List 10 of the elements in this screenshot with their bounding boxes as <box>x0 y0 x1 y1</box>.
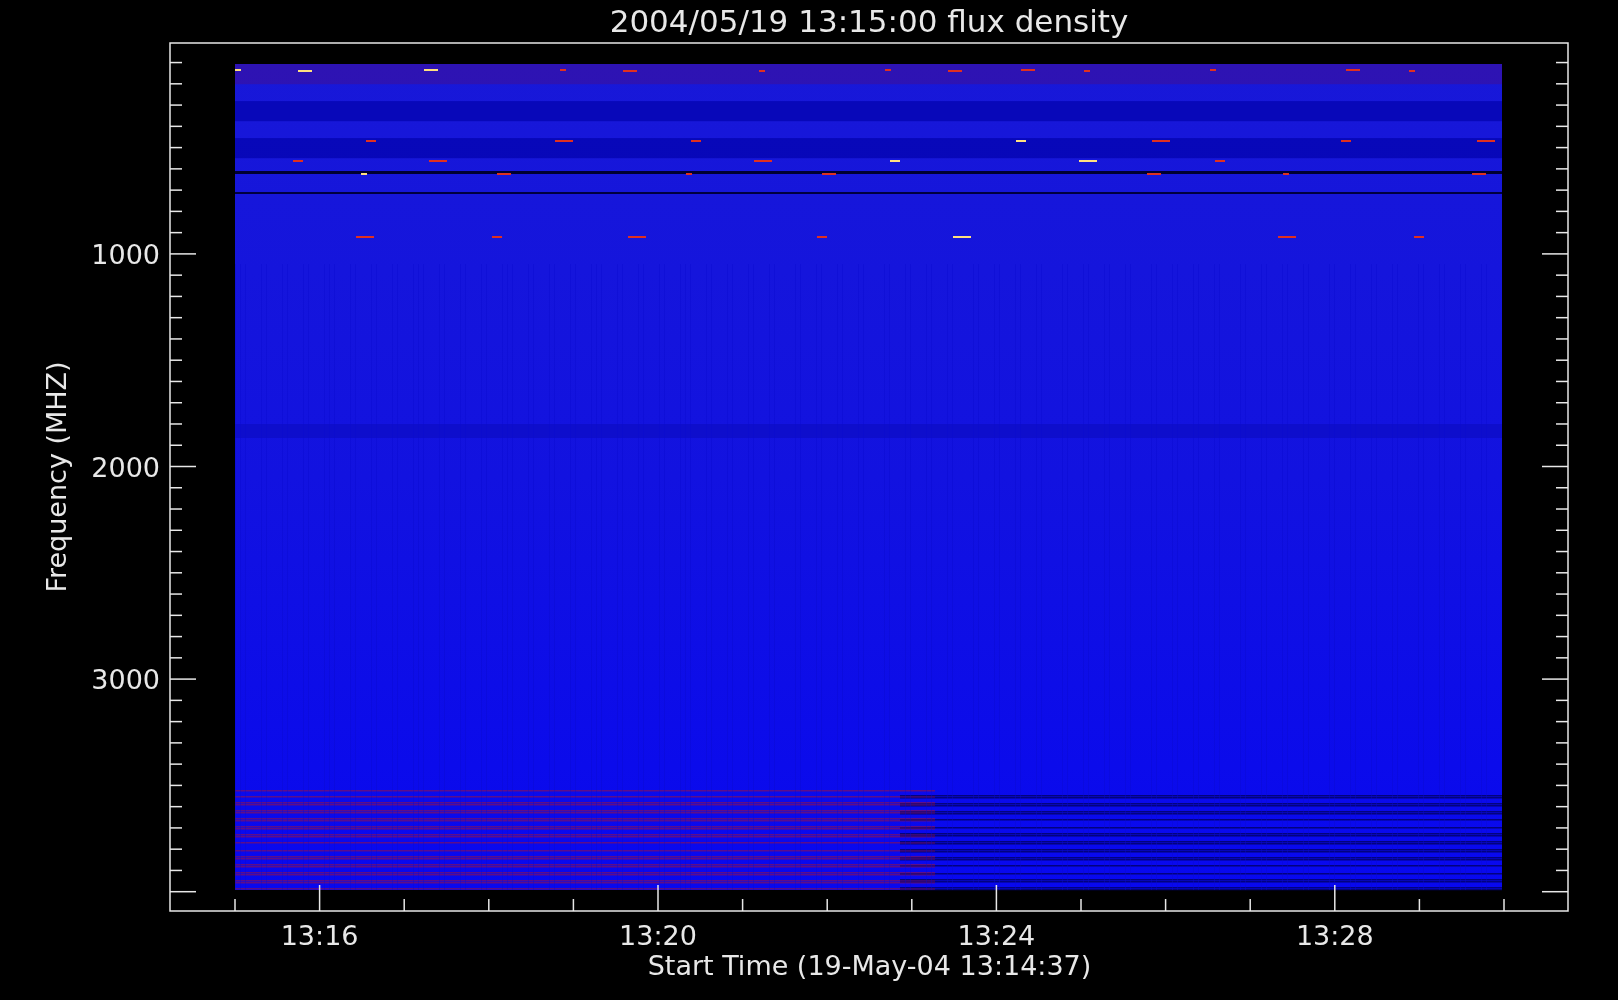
y-tick-label: 1000 <box>91 238 160 270</box>
x-tick-label: 13:24 <box>957 920 1036 951</box>
x-tick-label: 13:16 <box>280 920 359 951</box>
y-tick-label: 3000 <box>91 664 160 696</box>
x-tick-label: 13:20 <box>619 920 697 951</box>
y-axis-label: Frequency (MHZ) <box>41 361 72 593</box>
y-tick-label: 2000 <box>91 451 160 483</box>
plot-title: 2004/05/19 13:15:00 flux density <box>609 3 1129 39</box>
x-tick-label: 13:28 <box>1295 920 1374 951</box>
x-axis-label: Start Time (19-May-04 13:14:37) <box>647 950 1092 981</box>
